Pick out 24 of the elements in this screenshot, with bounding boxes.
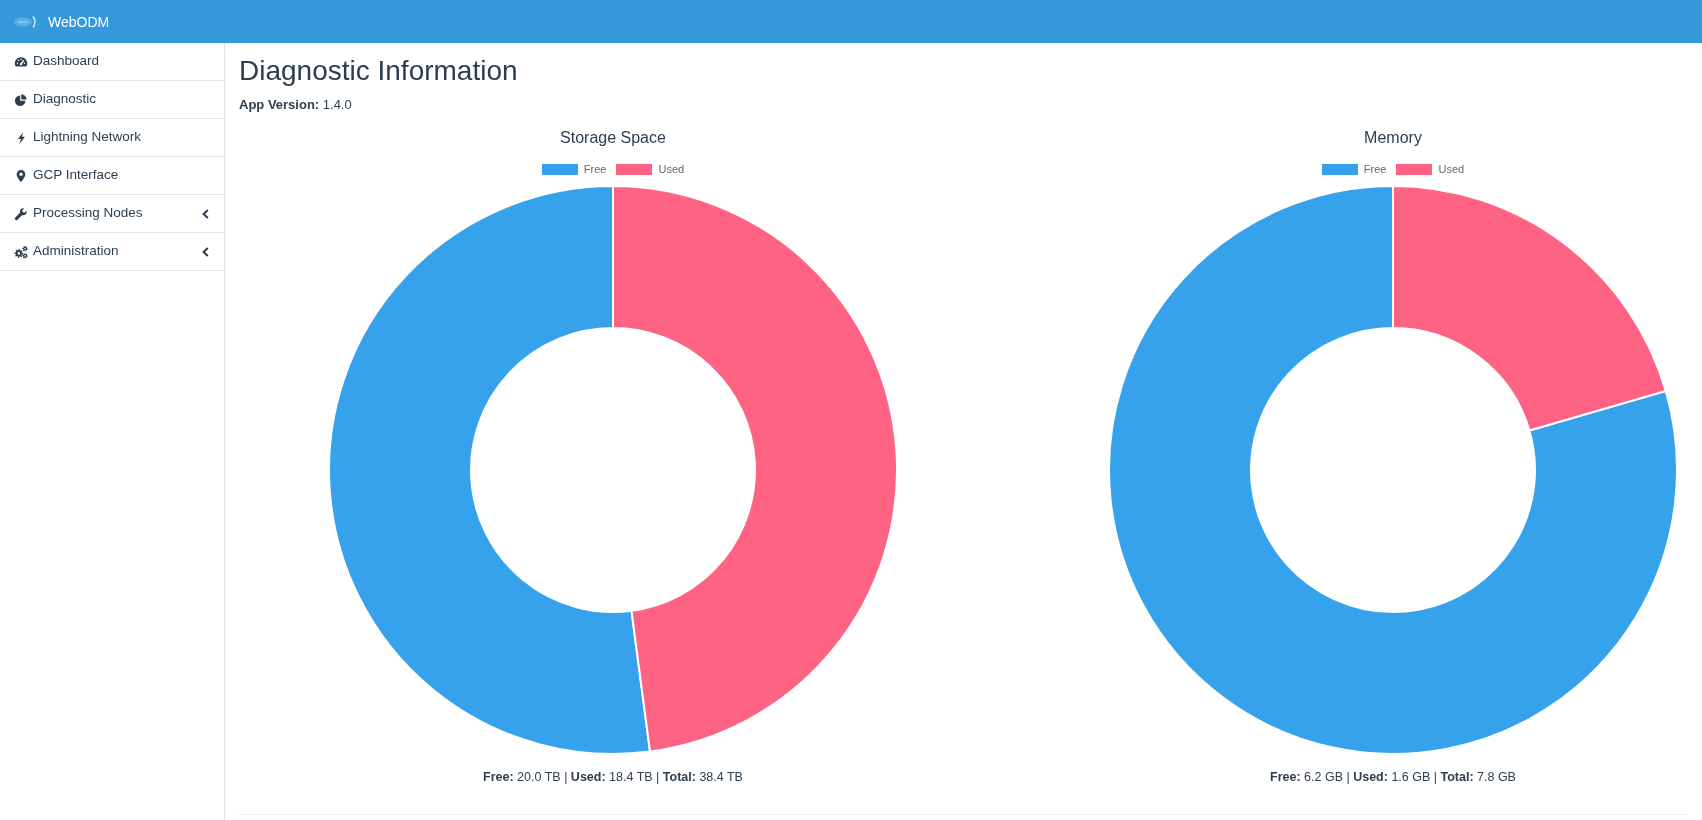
gears-icon — [14, 244, 28, 259]
gauge-icon — [14, 54, 28, 69]
page-title: Diagnostic Information — [239, 55, 518, 87]
chevron-left-icon — [202, 208, 209, 219]
sidebar-item[interactable]: Processing Nodes — [0, 195, 224, 233]
sidebar-item[interactable]: Lightning Network — [0, 119, 224, 157]
logo-icon[interactable] — [12, 13, 38, 30]
wrench-icon — [14, 206, 28, 221]
sidebar-item[interactable]: Diagnostic — [0, 81, 224, 119]
sidebar-item[interactable]: GCP Interface — [0, 157, 224, 195]
usage-summary: Free: 6.2 GB | Used: 1.6 GB | Total: 7.8 GB — [1270, 769, 1516, 786]
legend-label: Free — [583, 162, 607, 176]
pie-chart-icon — [14, 92, 28, 107]
sidebar-item[interactable]: Administration — [0, 233, 224, 271]
app-version-text: App Version: 1.4.0 — [239, 96, 352, 114]
legend-label: Used — [658, 162, 685, 176]
chart-title: Storage Space — [560, 128, 666, 148]
legend-label: Used — [1438, 162, 1465, 176]
map-pin-icon — [14, 168, 28, 183]
usage-summary: Free: 20.0 TB | Used: 18.4 TB | Total: 38.4 TB — [483, 769, 743, 786]
chevron-left-icon — [202, 246, 209, 257]
sidebar-item[interactable]: Dashboard — [0, 43, 224, 81]
chart-title: Memory — [1364, 128, 1422, 148]
legend-label: Free — [1363, 162, 1387, 176]
